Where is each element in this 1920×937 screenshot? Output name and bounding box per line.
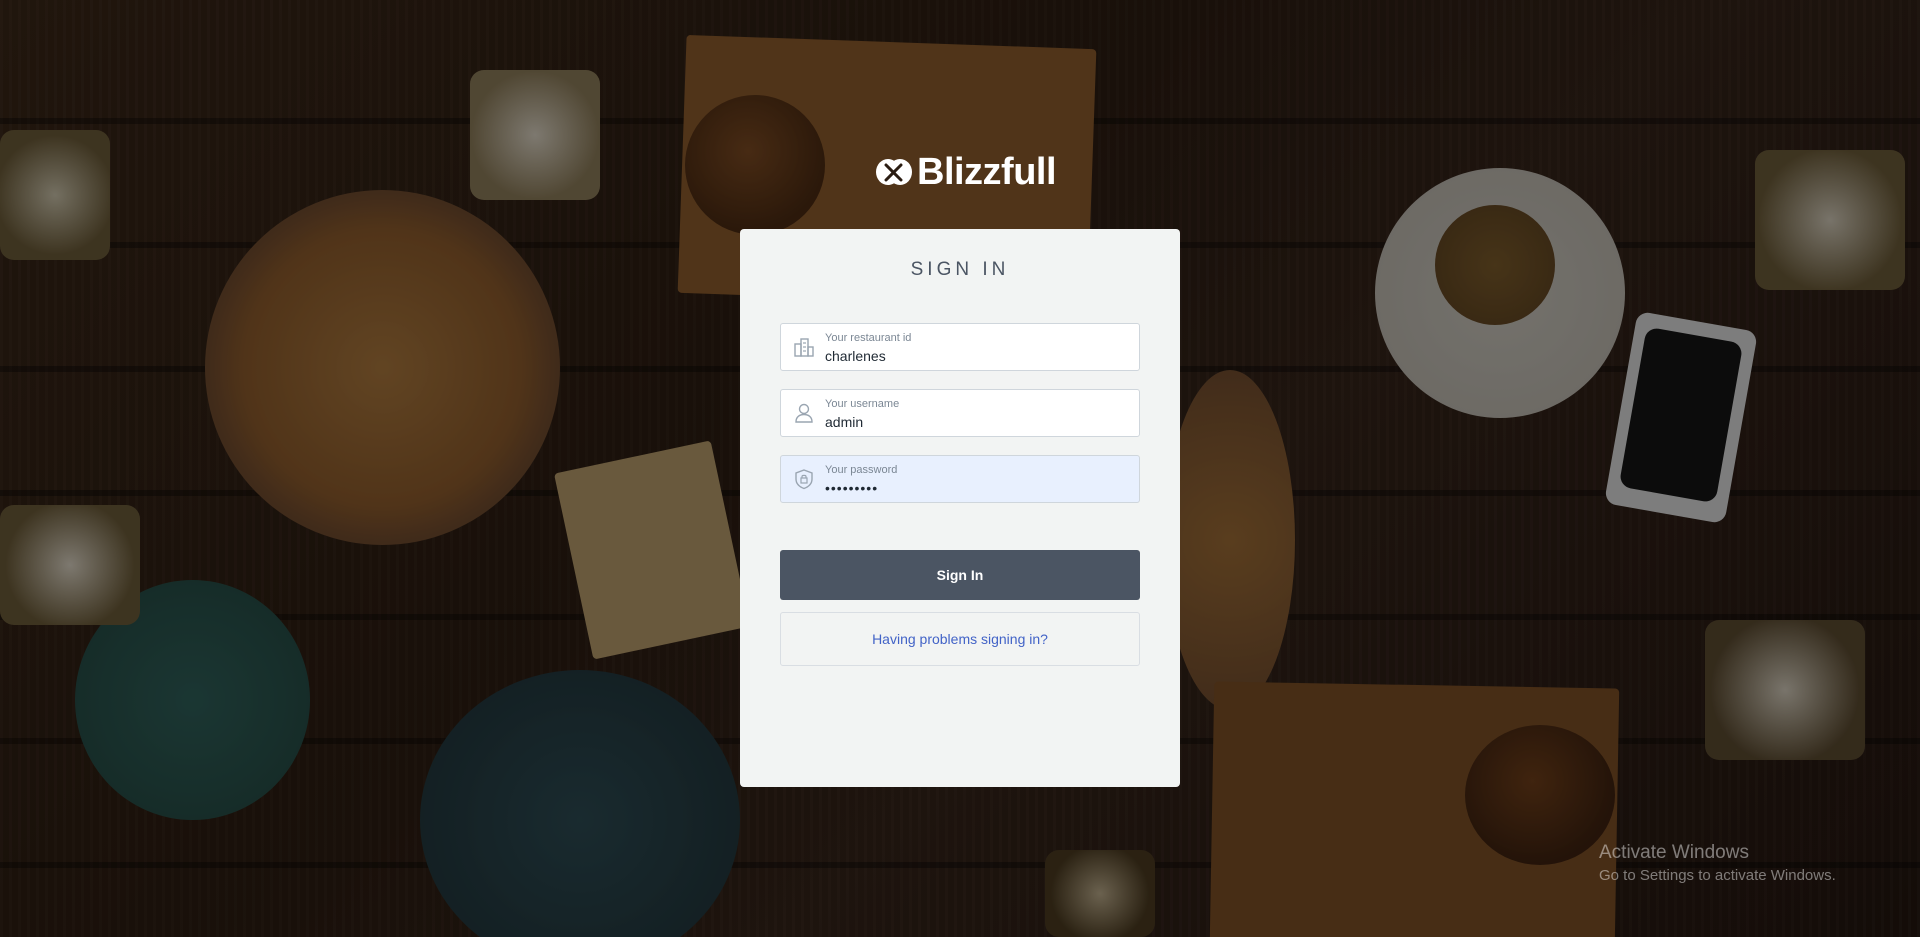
- watermark-title: Activate Windows: [1599, 842, 1749, 863]
- restaurant-id-field[interactable]: Your restaurant id charlenes: [780, 323, 1140, 371]
- signin-title: SIGN IN: [910, 259, 1010, 280]
- password-field[interactable]: Your password •••••••••: [780, 455, 1140, 503]
- password-input[interactable]: •••••••••: [825, 480, 878, 496]
- logo-text: Blizzfull: [917, 150, 1057, 193]
- username-input[interactable]: admin: [825, 414, 863, 430]
- restaurant-id-label: Your restaurant id: [825, 332, 912, 344]
- password-label: Your password: [825, 464, 898, 476]
- user-icon: [793, 402, 815, 424]
- brand-logo: Blizzfull: [875, 150, 1057, 193]
- signin-help-link[interactable]: Having problems signing in?: [780, 612, 1140, 666]
- restaurant-id-input[interactable]: charlenes: [825, 348, 886, 364]
- logo-icon: [875, 156, 913, 188]
- signin-card: SIGN IN Your restaurant id charlenes You…: [740, 229, 1180, 787]
- username-field[interactable]: Your username admin: [780, 389, 1140, 437]
- watermark-subtitle: Go to Settings to activate Windows.: [1599, 867, 1836, 884]
- username-label: Your username: [825, 398, 900, 410]
- building-icon: [793, 336, 815, 358]
- sign-in-button[interactable]: Sign In: [780, 550, 1140, 600]
- shield-lock-icon: [793, 468, 815, 490]
- windows-activation-watermark: Activate Windows Go to Settings to activ…: [1599, 842, 1836, 884]
